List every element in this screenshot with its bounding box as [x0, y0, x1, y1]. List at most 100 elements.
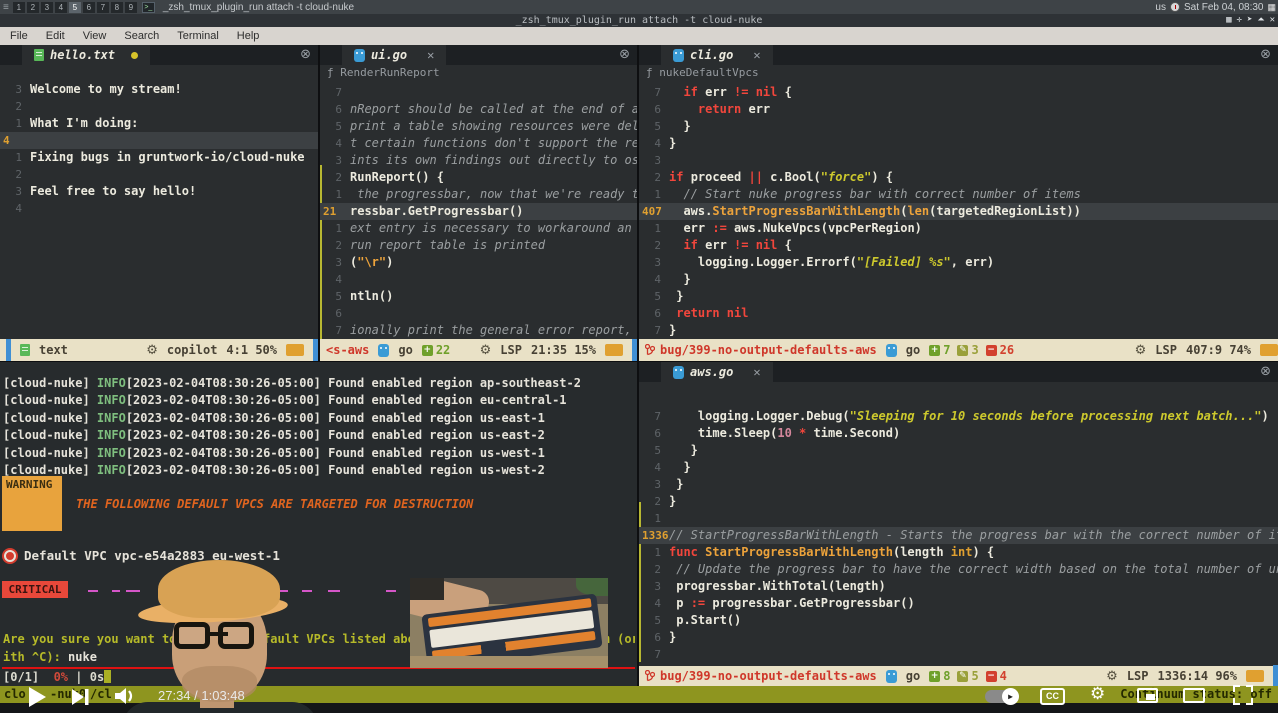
- code-line: 4 }: [639, 459, 1278, 476]
- code-line: 7}: [639, 322, 1278, 339]
- workspace-2[interactable]: 2: [27, 2, 39, 13]
- code-line: 5 }: [639, 442, 1278, 459]
- editor-pane-aws-go: aws.go ✕ ⊗ 7 logging.Logger.Debug("Sleep…: [639, 362, 1278, 686]
- subtitles-button[interactable]: CC: [1040, 688, 1065, 705]
- pin-window-icon[interactable]: ➤: [1247, 15, 1252, 26]
- diff-del-badge: −4: [986, 669, 1007, 683]
- code-line: 7ionally print the general error report,…: [320, 322, 637, 339]
- terminal-app-icon[interactable]: >_: [142, 2, 155, 13]
- code-line: 3 logging.Logger.Errorf("[Failed] %s", e…: [639, 254, 1278, 271]
- statusline-hello: text ⚙ copilot 4:1 50%: [0, 339, 318, 361]
- miniplayer-button[interactable]: [1137, 688, 1158, 703]
- cursor-position: 21:35 15%: [531, 343, 596, 357]
- clock-label[interactable]: Sat Feb 04, 08:30: [1184, 2, 1264, 13]
- workspace-5[interactable]: 5: [69, 2, 81, 13]
- close-tab-x-icon[interactable]: ✕: [753, 48, 760, 62]
- fullscreen-button[interactable]: [1233, 685, 1253, 705]
- tile-window-icon[interactable]: ▦: [1226, 15, 1231, 26]
- workspace-1[interactable]: 1: [13, 2, 25, 13]
- taskbar-window-title[interactable]: _zsh_tmux_plugin_run attach -t cloud-nuk…: [163, 2, 354, 13]
- menu-file[interactable]: File: [10, 30, 28, 42]
- close-tab-x-icon[interactable]: ✕: [753, 365, 760, 379]
- close-tab-icon[interactable]: ⊗: [300, 47, 311, 62]
- close-tab-icon[interactable]: ⊗: [1260, 47, 1271, 62]
- code-line: 4t certain functions don't support the r…: [320, 135, 637, 152]
- log-line: [cloud-nuke] INFO[2023-02-04T08:30:26-05…: [3, 445, 637, 462]
- editor-pane-ui-go: ui.go ✕ ⊗ ƒ RenderRunReport 76nReport sh…: [320, 45, 637, 361]
- code-line: 5print a table showing resources were de…: [320, 118, 637, 135]
- go-lang-icon: [378, 344, 389, 357]
- tab-hello-txt[interactable]: hello.txt: [22, 45, 150, 65]
- volume-button[interactable]: [113, 686, 137, 706]
- workspace-7[interactable]: 7: [97, 2, 109, 13]
- tabline: ui.go ✕ ⊗: [320, 45, 637, 65]
- terminal-cursor: [104, 670, 111, 683]
- workspace-4[interactable]: 4: [55, 2, 67, 13]
- menu-grip-icon[interactable]: ≡: [3, 2, 9, 13]
- code-line: 6: [320, 305, 637, 322]
- tab-aws-go[interactable]: aws.go ✕: [661, 362, 773, 382]
- menu-search[interactable]: Search: [124, 30, 159, 42]
- lsp-label: LSP: [1155, 343, 1177, 357]
- menu-view[interactable]: View: [83, 30, 107, 42]
- code-line: 6 time.Sleep(10 * time.Second): [639, 425, 1278, 442]
- autoplay-toggle[interactable]: ▶: [985, 690, 1019, 703]
- keyboard-layout-label[interactable]: us: [1155, 2, 1166, 13]
- code-line: 5ntln(): [320, 288, 637, 305]
- theater-mode-button[interactable]: [1183, 688, 1205, 703]
- git-diff-badges: +8✎5−4: [929, 669, 1007, 683]
- tabline: cli.go ✕ ⊗: [639, 45, 1278, 65]
- menu-help[interactable]: Help: [237, 30, 260, 42]
- close-tab-icon[interactable]: ⊗: [1260, 364, 1271, 379]
- code-area[interactable]: 7 if err != nil {6 return err5 }4}32if p…: [639, 81, 1278, 339]
- code-line: 3ints its own findings out directly to o…: [320, 152, 637, 169]
- workspace-6[interactable]: 6: [83, 2, 95, 13]
- confirm-prompt-line2: ith ^C): nuke: [3, 650, 97, 664]
- menu-edit[interactable]: Edit: [46, 30, 65, 42]
- shade-window-icon[interactable]: ⏶: [1257, 15, 1264, 26]
- code-line: 1: [639, 510, 1278, 527]
- editor-pane-cli-go: cli.go ✕ ⊗ ƒ nukeDefaultVpcs 7 if err !=…: [639, 45, 1278, 361]
- code-line: 1 // Start nuke progress bar with correc…: [639, 186, 1278, 203]
- typed-answer[interactable]: nuke: [68, 650, 97, 664]
- code-line: 2 // Update the progress bar to have the…: [639, 561, 1278, 578]
- code-line: 2: [0, 98, 318, 115]
- close-tab-x-icon[interactable]: ✕: [427, 48, 434, 62]
- current-line: 4: [0, 132, 318, 149]
- workspace-pager[interactable]: 123456789: [12, 2, 138, 13]
- kbcam-sleeve: [410, 578, 444, 600]
- git-branch-icon: [645, 344, 655, 357]
- workspace-3[interactable]: 3: [41, 2, 53, 13]
- statusline-ui: <s-aws go +22 ⚙ LSP 21:35 15%: [320, 339, 637, 361]
- bottom-strip: [0, 703, 1278, 713]
- workspace-9[interactable]: 9: [125, 2, 137, 13]
- menu-terminal[interactable]: Terminal: [177, 30, 219, 42]
- log-line: [cloud-nuke] INFO[2023-02-04T08:30:26-05…: [3, 462, 637, 479]
- play-button[interactable]: [26, 685, 48, 709]
- code-area[interactable]: 3Welcome to my stream!21What I'm doing:4…: [0, 65, 318, 217]
- scroll-indicator: [6, 339, 11, 361]
- diff-add-badge: +8: [929, 669, 950, 683]
- close-window-icon[interactable]: ✕: [1270, 15, 1275, 26]
- show-desktop-icon[interactable]: ▦: [1267, 2, 1276, 13]
- code-area[interactable]: 76nReport should be called at the end of…: [320, 81, 637, 339]
- tab-ui-go[interactable]: ui.go ✕: [342, 45, 446, 65]
- code-line: 6 return err: [639, 101, 1278, 118]
- workspace-8[interactable]: 8: [111, 2, 123, 13]
- tab-label: hello.txt: [50, 48, 115, 62]
- next-button[interactable]: [70, 687, 90, 707]
- close-tab-icon[interactable]: ⊗: [619, 47, 630, 62]
- code-line: 2RunReport() {: [320, 169, 637, 186]
- code-line: 1ext entry is necessary to workaround an…: [320, 220, 637, 237]
- tab-cli-go[interactable]: cli.go ✕: [661, 45, 773, 65]
- code-area[interactable]: 7 logging.Logger.Debug("Sleeping for 10 …: [639, 398, 1278, 663]
- tab-label: ui.go: [371, 48, 407, 62]
- tabline: aws.go ✕ ⊗: [639, 362, 1278, 382]
- move-window-icon[interactable]: ✛: [1237, 15, 1242, 26]
- time-display: 27:34 / 1:03:48: [158, 688, 245, 703]
- go-file-icon: [354, 49, 365, 62]
- code-line: 4 }: [639, 271, 1278, 288]
- settings-button[interactable]: ⚙: [1090, 684, 1105, 704]
- code-line: 6nReport should be called at the end of …: [320, 101, 637, 118]
- code-line: 7: [639, 646, 1278, 663]
